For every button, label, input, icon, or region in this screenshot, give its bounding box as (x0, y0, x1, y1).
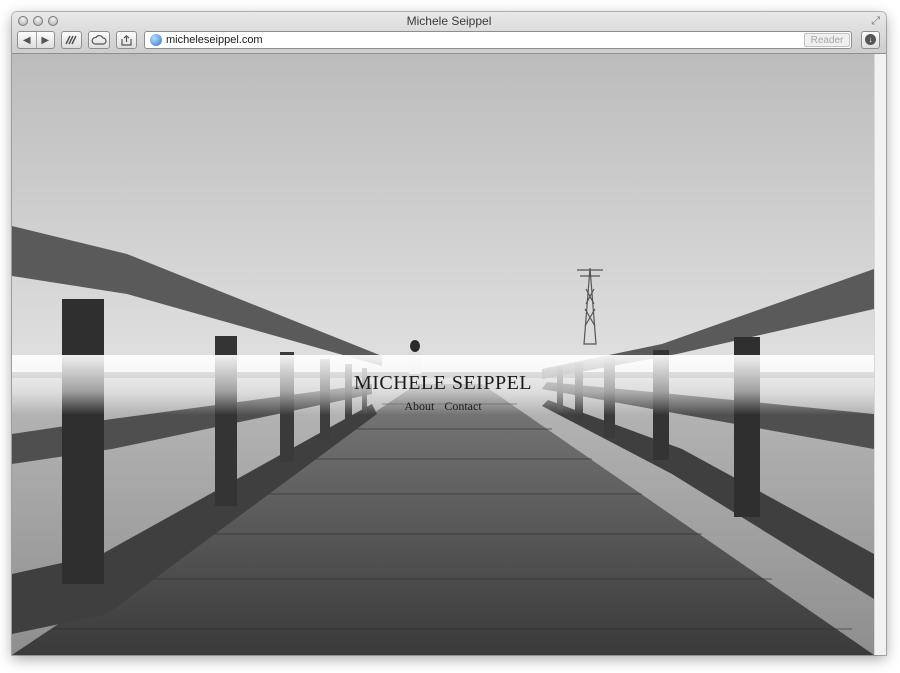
url-text[interactable]: micheleseippel.com (166, 34, 263, 46)
nav-link-contact[interactable]: Contact (444, 399, 481, 414)
browser-window: Michele Seippel ⤢ ◀ ▶ micheleseippel.com… (12, 12, 886, 655)
site-title[interactable]: MICHELE SEIPPEL (12, 372, 874, 395)
share-icon (121, 34, 132, 46)
address-bar[interactable]: micheleseippel.com Reader (144, 31, 852, 49)
nav-link-about[interactable]: About (404, 399, 434, 414)
fullscreen-icon[interactable]: ⤢ (871, 15, 880, 28)
browser-toolbar: Michele Seippel ⤢ ◀ ▶ micheleseippel.com… (12, 12, 886, 54)
downloads-icon: ↓ (865, 34, 876, 45)
downloads-button[interactable]: ↓ (861, 31, 880, 49)
history-icon (65, 35, 77, 44)
history-button[interactable] (61, 31, 82, 49)
icloud-tabs-icon (91, 35, 107, 45)
back-icon[interactable]: ◀ (18, 32, 36, 48)
icloud-tabs-button[interactable] (88, 31, 110, 49)
page-content: MICHELE SEIPPEL About Contact (12, 54, 874, 655)
window-title: Michele Seippel (406, 14, 492, 28)
back-forward-buttons: ◀ ▶ (17, 31, 55, 49)
share-button[interactable] (116, 31, 137, 49)
globe-icon (150, 34, 162, 46)
site-nav: About Contact (12, 399, 874, 414)
forward-icon[interactable]: ▶ (35, 32, 55, 48)
reader-button[interactable]: Reader (804, 33, 850, 47)
scrollbar[interactable] (874, 54, 886, 655)
